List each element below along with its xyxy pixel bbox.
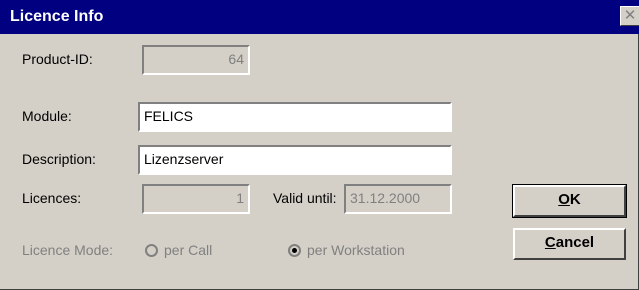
title-bar: Licence Info ✕ (0, 0, 639, 34)
close-icon[interactable]: ✕ (620, 6, 639, 26)
description-label: Description: (22, 151, 96, 167)
licences-label: Licences: (22, 190, 82, 206)
per-call-label: per Call (164, 242, 213, 258)
ok-button[interactable]: OK (512, 184, 627, 218)
cancel-mnemonic: C (544, 234, 556, 251)
cancel-button[interactable]: Cancel (513, 228, 626, 260)
ok-mnemonic: O (558, 191, 570, 208)
module-field[interactable]: FELICS (138, 102, 452, 132)
ok-label-rest: K (569, 191, 581, 208)
product-id-label: Product-ID: (22, 51, 93, 67)
valid-until-field: 31.12.2000 (344, 184, 452, 214)
description-field[interactable]: Lizenzserver (138, 145, 452, 175)
valid-until-label: Valid until: (273, 190, 337, 206)
module-label: Module: (22, 108, 72, 124)
per-call-radio[interactable] (145, 244, 158, 257)
per-workstation-radio[interactable] (288, 244, 301, 257)
per-workstation-label: per Workstation (307, 242, 405, 258)
dialog-title: Licence Info (10, 8, 104, 25)
licences-field: 1 (142, 184, 250, 214)
licence-mode-label: Licence Mode: (22, 242, 114, 258)
radio-selected-dot (292, 248, 297, 253)
cancel-label-rest: ancel (555, 234, 595, 251)
licence-info-dialog: Licence Info ✕ Product-ID: 64 Module: FE… (0, 0, 639, 290)
product-id-field: 64 (142, 45, 250, 75)
